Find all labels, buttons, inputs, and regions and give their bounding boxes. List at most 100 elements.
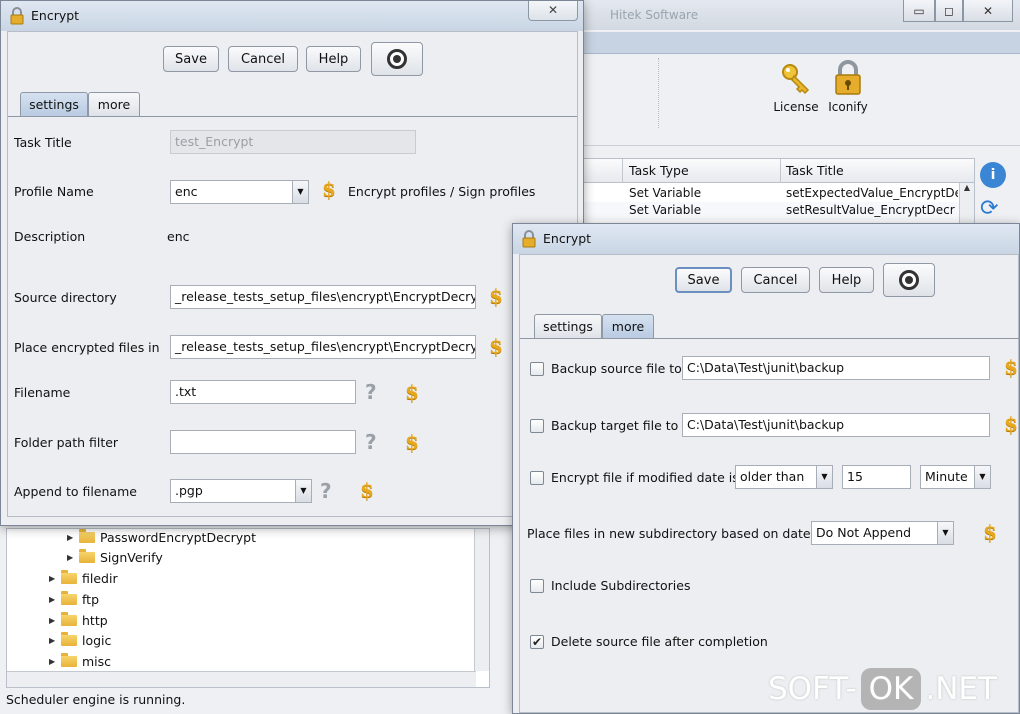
cancel-button[interactable]: Cancel [741,267,810,293]
column-header-task-title[interactable]: Task Title [786,163,844,178]
variable-dollar-icon[interactable]: $ [1004,355,1018,379]
variable-dollar-icon[interactable]: $ [983,520,997,544]
folder-icon [79,528,95,543]
expand-arrow-icon[interactable]: ▶ [49,657,61,666]
place-subdirectory-value: Do Not Append [816,525,912,540]
column-header-task-type[interactable]: Task Type [629,163,689,178]
modified-operator-value: older than [740,469,805,484]
variable-dollar-icon[interactable]: $ [405,380,419,404]
help-question-icon[interactable]: ? [365,380,377,404]
table-cell: setExpectedValue_EncryptDe [786,186,958,200]
chevron-down-icon: ▼ [295,480,311,502]
delete-source-label: Delete source file after completion [551,634,768,649]
encrypt-profiles-link[interactable]: Encrypt profiles / Sign profiles [348,184,535,199]
gear-button[interactable] [371,42,423,76]
tree-vertical-scrollbar[interactable] [474,529,489,671]
table-row[interactable]: Set Variable setResultValue_EncryptDecr [584,202,959,220]
modified-unit-select[interactable]: Minute ▼ [920,465,991,489]
variable-dollar-icon[interactable]: $ [489,334,503,358]
maximize-icon: ◻ [944,3,954,18]
tree-item-label: misc [82,653,112,669]
refresh-icon[interactable]: ⟳ [980,196,998,221]
iconify-button[interactable]: Iconify [826,60,870,114]
iconify-label: Iconify [828,100,868,114]
tree-item-label: SignVerify [100,549,163,565]
variable-dollar-icon[interactable]: $ [360,478,374,502]
backup-target-checkbox[interactable] [530,419,544,433]
tab-more[interactable]: more [88,92,140,116]
backup-target-field[interactable]: C:\Data\Test\junit\backup [682,413,990,437]
dialog-body: Save Cancel Help settings more Backup so… [519,254,1020,713]
modified-date-label: Encrypt file if modified date is [551,470,739,485]
tab-more[interactable]: more [602,314,654,338]
tree-item-misc[interactable]: ▶ misc [49,651,111,671]
profile-name-select[interactable]: enc ▼ [170,180,309,204]
table-cell: Set Variable [629,186,702,200]
save-button[interactable]: Save [163,46,219,72]
tree-item-label: http [82,612,108,628]
variable-dollar-icon[interactable]: $ [1004,412,1018,436]
source-directory-field[interactable]: _release_tests_setup_files\encrypt\Encry… [170,285,476,309]
grid-scrollbar[interactable]: ▲ [959,183,974,227]
encrypt-dialog-settings: Encrypt ✕ Save Cancel Help settings more… [0,0,584,526]
append-to-filename-select[interactable]: .pgp ▼ [170,479,312,503]
gear-button[interactable] [883,263,935,297]
filename-field[interactable]: .txt [170,380,356,404]
expand-arrow-icon[interactable]: ▶ [49,616,61,625]
help-question-icon[interactable]: ? [365,430,377,454]
modified-operator-select[interactable]: older than ▼ [735,465,833,489]
minimize-button[interactable]: ▭ [903,0,935,22]
variable-dollar-icon[interactable]: $ [489,284,503,308]
modified-date-checkbox[interactable] [530,471,544,485]
backup-source-field[interactable]: C:\Data\Test\junit\backup [682,356,990,380]
task-grid: Task Type Task Title Set Variable setExp… [583,158,975,228]
main-window-title: Hitek Software [610,8,699,22]
dialog-close-button[interactable]: ✕ [528,1,578,21]
help-button[interactable]: Help [819,267,874,293]
expand-arrow-icon[interactable]: ▶ [49,636,61,645]
tree-item-filedir[interactable]: ▶ filedir [49,568,118,588]
padlock-icon [10,7,24,25]
folder-path-filter-field[interactable] [170,430,356,454]
backup-source-label: Backup source file to [551,361,682,376]
modified-number-field[interactable]: 15 [842,465,911,489]
tree-item-signverify[interactable]: ▶ SignVerify [67,547,163,567]
tab-settings[interactable]: settings [534,314,602,338]
expand-arrow-icon[interactable]: ▶ [67,553,79,562]
license-button[interactable]: License [770,60,822,114]
include-subdirectories-checkbox[interactable] [530,579,544,593]
dialog-title: Encrypt [543,231,592,246]
close-icon: ✕ [982,3,994,18]
place-subdirectory-select[interactable]: Do Not Append ▼ [811,521,954,545]
cancel-button[interactable]: Cancel [228,46,298,72]
tree-item-http[interactable]: ▶ http [49,610,108,630]
tree-horizontal-scrollbar[interactable] [7,671,476,687]
expand-arrow-icon[interactable]: ▶ [49,595,61,604]
tab-settings[interactable]: settings [20,92,88,116]
dialog-title: Encrypt [31,8,80,23]
help-button[interactable]: Help [306,46,361,72]
column-divider [622,159,623,183]
task-title-field[interactable]: test_Encrypt [170,130,416,154]
folder-path-filter-label: Folder path filter [14,435,119,450]
maximize-button[interactable]: ◻ [935,0,963,22]
help-question-icon[interactable]: ? [320,479,332,503]
tree-item-logic[interactable]: ▶ logic [49,630,111,650]
variable-dollar-icon[interactable]: $ [322,177,336,201]
expand-arrow-icon[interactable]: ▶ [67,533,79,542]
table-row[interactable]: Set Variable setExpectedValue_EncryptDe [584,185,959,203]
license-label: License [773,100,819,114]
save-button[interactable]: Save [675,267,732,293]
variable-dollar-icon[interactable]: $ [405,430,419,454]
info-icon[interactable]: i [980,162,1006,188]
tree-item-ftp[interactable]: ▶ ftp [49,589,99,609]
backup-source-checkbox[interactable] [530,362,544,376]
tree-item-passwordencryptdecrypt[interactable]: ▶ PasswordEncryptDecrypt [67,527,256,547]
tab-divider [8,116,577,117]
place-encrypted-field[interactable]: _release_tests_setup_files\encrypt\Encry… [170,335,476,359]
delete-source-checkbox[interactable]: ✔ [530,635,544,649]
expand-arrow-icon[interactable]: ▶ [49,574,61,583]
main-close-button[interactable]: ✕ [963,0,1013,22]
tree-item-label: logic [82,632,112,648]
table-cell: setResultValue_EncryptDecr [786,203,955,217]
